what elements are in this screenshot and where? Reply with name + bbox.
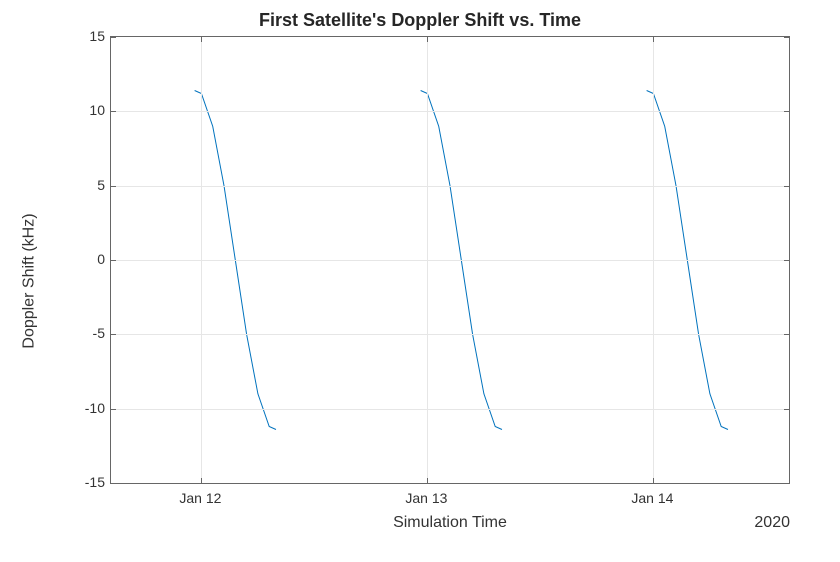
ytick-mark (111, 260, 116, 261)
gridline-h (111, 334, 789, 335)
x-axis-label: Simulation Time (110, 514, 790, 532)
ytick-label: 15 (55, 28, 105, 44)
gridline-v (201, 37, 202, 483)
xtick-label: Jan 12 (179, 490, 221, 506)
ytick-mark (784, 483, 789, 484)
chart-title: First Satellite's Doppler Shift vs. Time (0, 10, 840, 31)
ytick-mark (111, 186, 116, 187)
ytick-mark (111, 111, 116, 112)
gridline-h (111, 111, 789, 112)
chart-container: First Satellite's Doppler Shift vs. Time… (0, 0, 840, 562)
ytick-label: -5 (55, 325, 105, 341)
ytick-mark (111, 334, 116, 335)
gridline-h (111, 260, 789, 261)
year-label: 2020 (754, 514, 790, 532)
ytick-label: -15 (55, 474, 105, 490)
ytick-mark (784, 111, 789, 112)
gridline-h (111, 186, 789, 187)
xtick-mark (653, 37, 654, 42)
ytick-label: -10 (55, 400, 105, 416)
xtick-label: Jan 13 (405, 490, 447, 506)
ytick-label: 5 (55, 177, 105, 193)
ytick-mark (784, 334, 789, 335)
xtick-mark (201, 478, 202, 483)
ytick-mark (784, 186, 789, 187)
xtick-mark (201, 37, 202, 42)
ytick-mark (784, 37, 789, 38)
ytick-mark (111, 409, 116, 410)
xtick-mark (427, 478, 428, 483)
gridline-v (427, 37, 428, 483)
ytick-label: 0 (55, 251, 105, 267)
xtick-label: Jan 14 (631, 490, 673, 506)
ytick-mark (111, 37, 116, 38)
ytick-label: 10 (55, 102, 105, 118)
y-axis-label-wrap: Doppler Shift (kHz) (20, 0, 40, 562)
xtick-mark (653, 478, 654, 483)
gridline-v (653, 37, 654, 483)
ytick-mark (784, 409, 789, 410)
y-axis-label: Doppler Shift (kHz) (21, 213, 39, 348)
gridline-h (111, 409, 789, 410)
plot-area (110, 36, 790, 484)
ytick-mark (784, 260, 789, 261)
ytick-mark (111, 483, 116, 484)
xtick-mark (427, 37, 428, 42)
